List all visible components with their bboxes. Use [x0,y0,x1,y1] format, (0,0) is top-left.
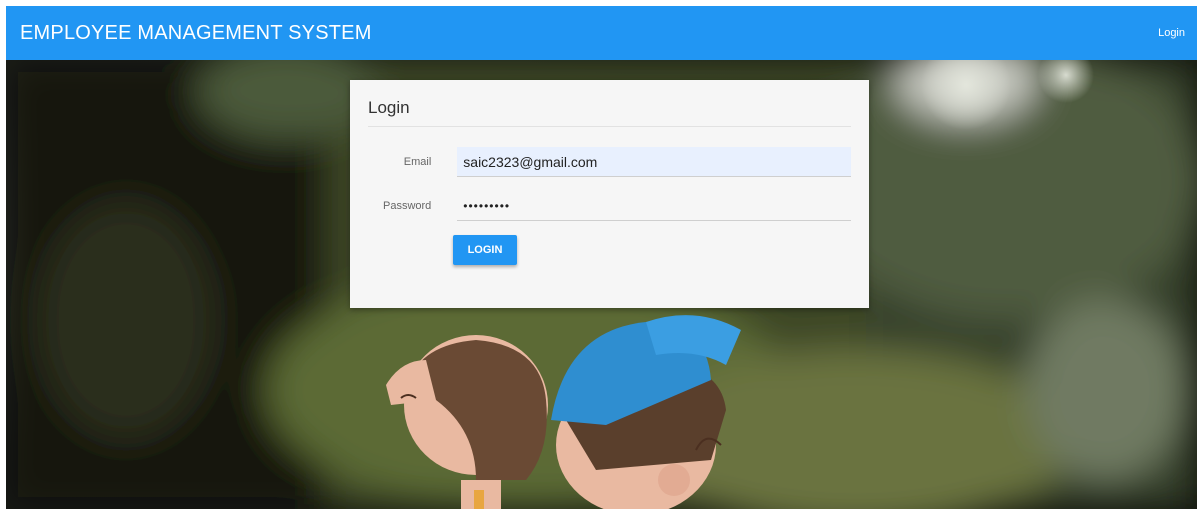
brand-title[interactable]: EMPLOYEE MANAGEMENT SYSTEM [20,22,372,45]
password-field[interactable] [457,191,851,221]
password-row: Password [368,191,851,221]
email-field[interactable] [457,147,851,177]
login-title: Login [368,98,851,127]
login-card: Login Email Password LOGIN [350,80,869,308]
email-label: Email [403,156,432,168]
password-label: Password [382,200,432,212]
login-button[interactable]: LOGIN [453,235,517,265]
email-row: Email [368,147,851,177]
top-navbar: EMPLOYEE MANAGEMENT SYSTEM Login [6,6,1197,60]
nav-login-link[interactable]: Login [1158,27,1185,39]
